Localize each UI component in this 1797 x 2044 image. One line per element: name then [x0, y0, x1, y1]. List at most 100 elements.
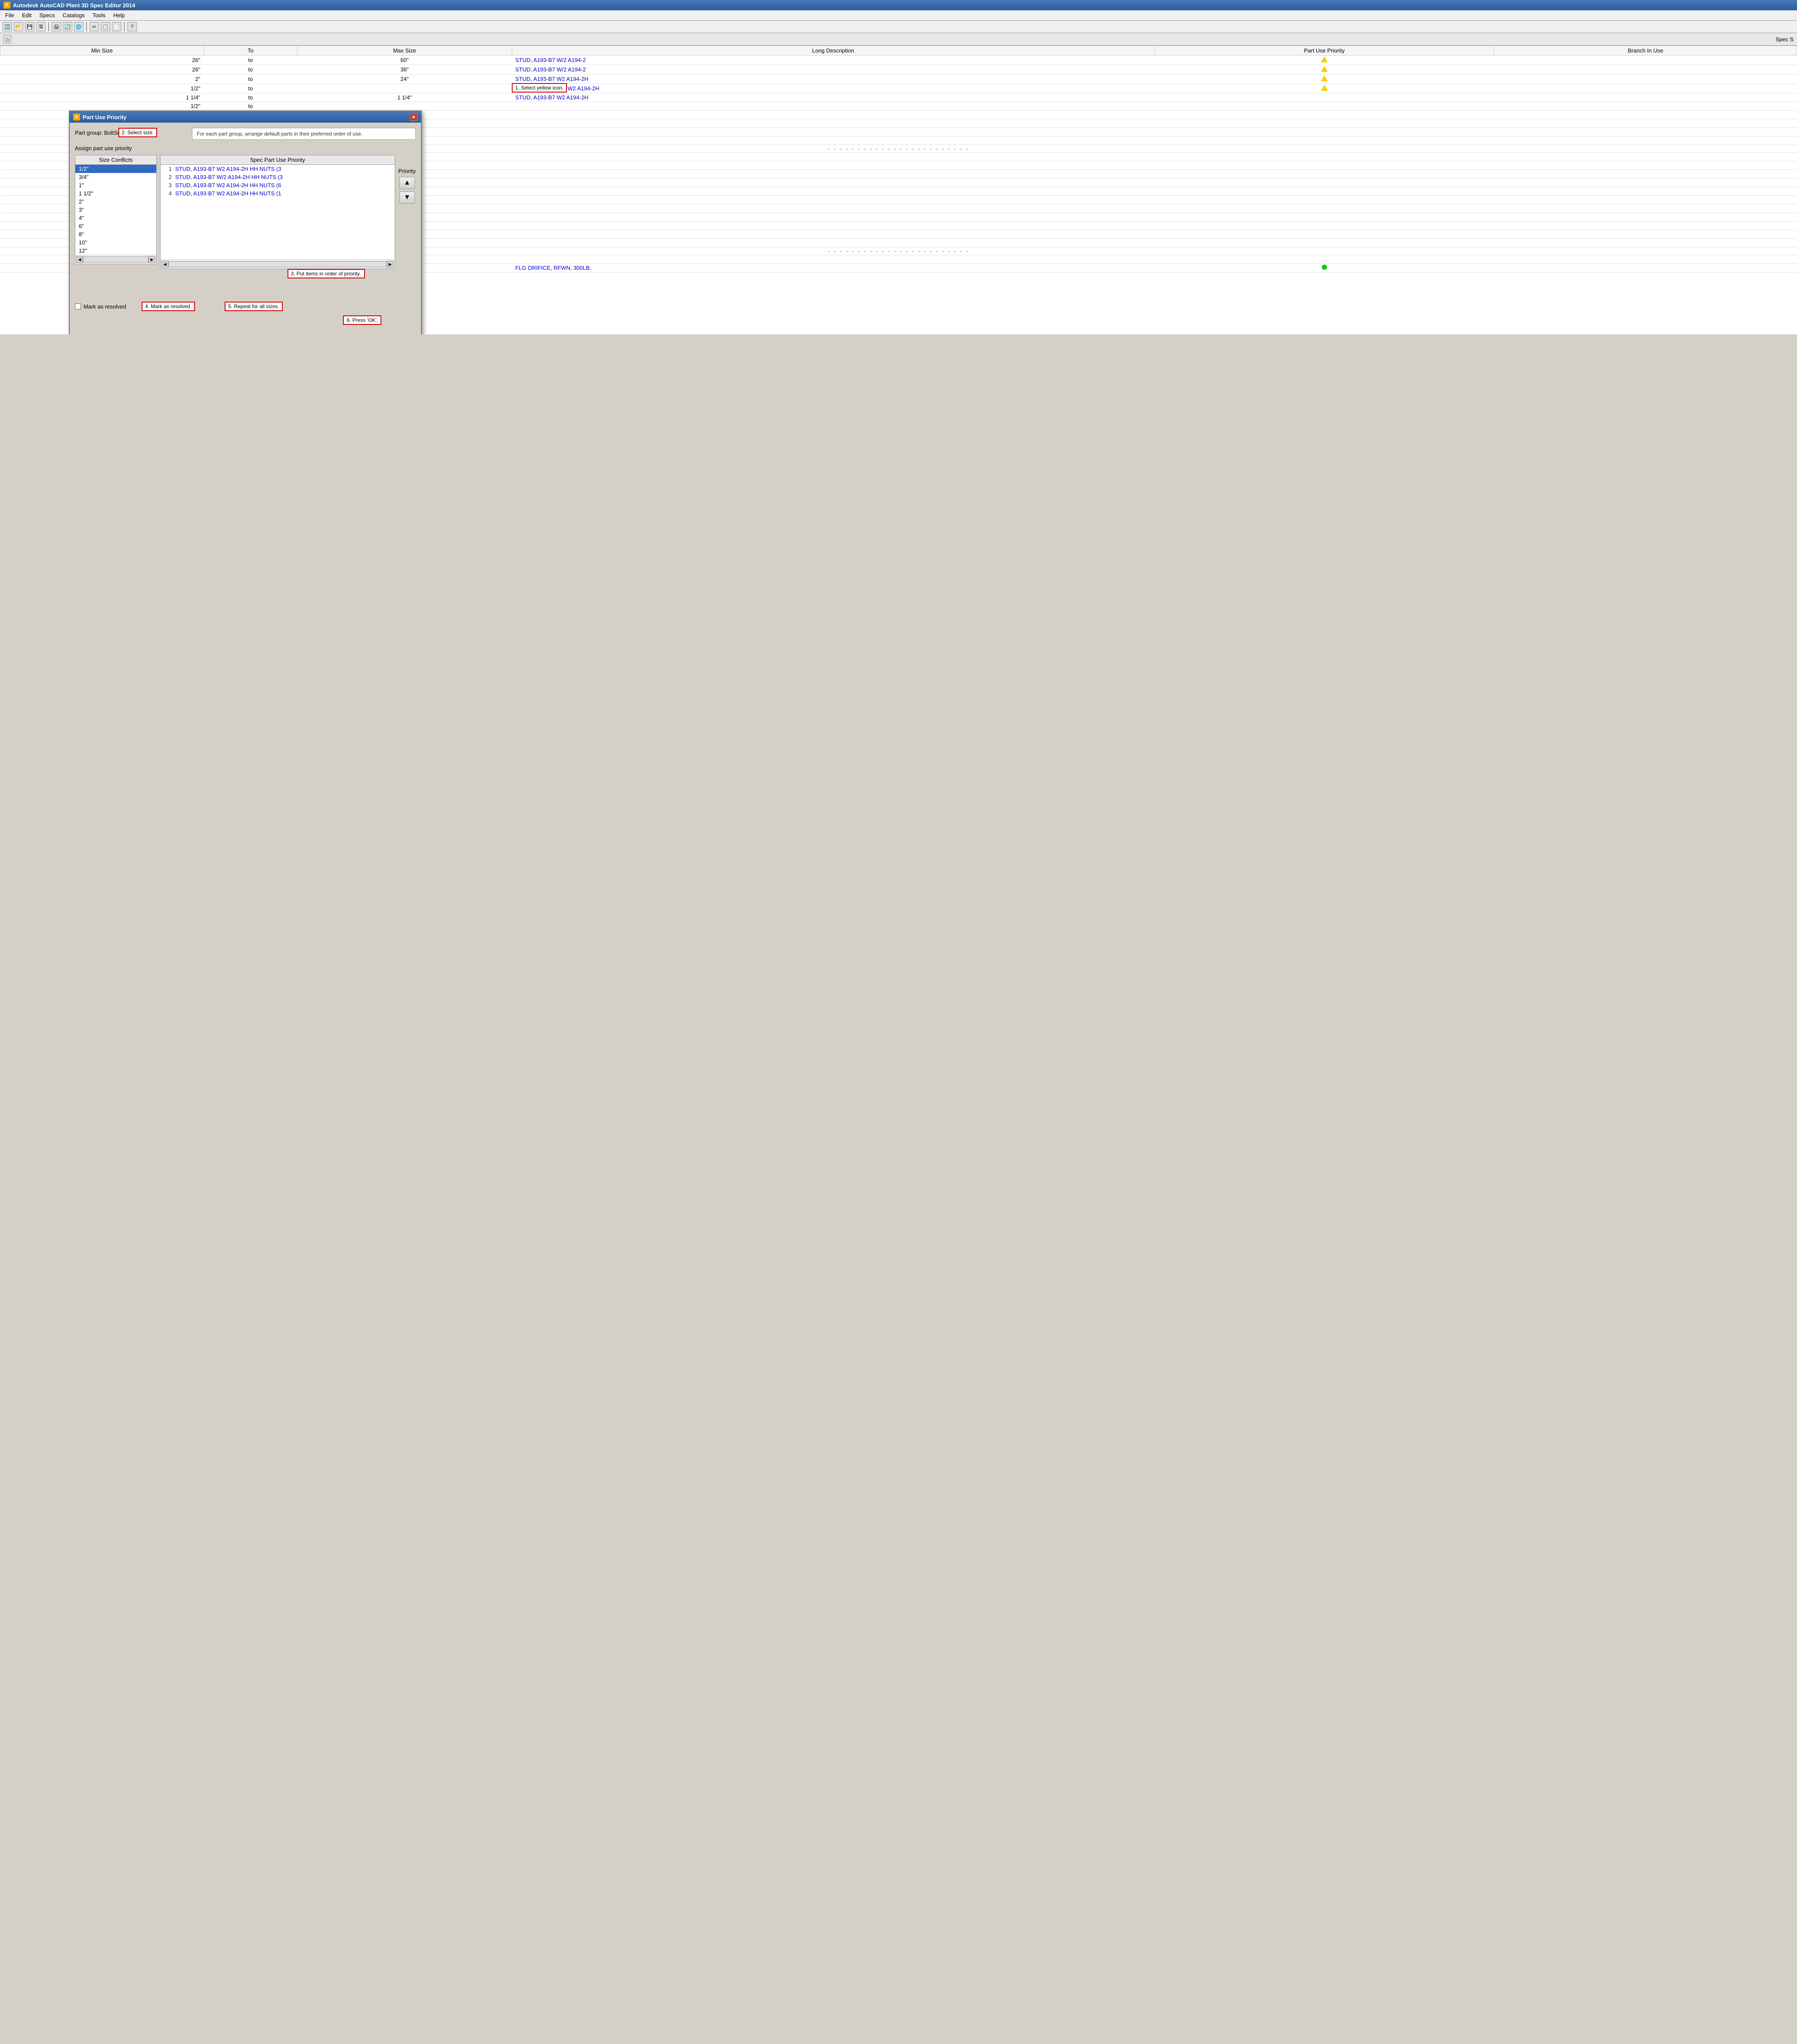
table-row[interactable]: 1/2" to 1. Select yellow icon. 93-B7 W2 …: [0, 84, 1797, 93]
paste-button[interactable]: 📄: [112, 22, 121, 31]
copy-button[interactable]: 📋: [101, 22, 110, 31]
col-max-size: Max Size: [297, 46, 512, 56]
table-row[interactable]: 1 1/4" to 1 1/4" STUD, A193-B7 W2 A194-2…: [0, 93, 1797, 102]
collapse-icon[interactable]: ⌂: [3, 35, 11, 43]
priority-num: 2: [163, 174, 172, 180]
scroll-track[interactable]: [83, 256, 148, 262]
size-conflicts-panel: Size Conflicts 1/2" 3/4" 1" 1 1/2" 2" 3"…: [75, 155, 157, 264]
open-button[interactable]: 📂: [14, 22, 23, 31]
menu-specs[interactable]: Specs: [36, 11, 58, 19]
priority-row-4[interactable]: 4 STUD, A193-B7 W2 A194-2H HH NUTS (1: [161, 189, 395, 198]
toolbar: 🆕 📂 💾 🖫 🖨 🔄 🌐 ✂ 📋 📄 ?: [0, 21, 1797, 33]
max-size-cell: 60": [297, 56, 512, 65]
col-priority: Part Use Priority: [1154, 46, 1494, 56]
separator1: [48, 22, 49, 31]
scroll-left-arrow[interactable]: ◀: [161, 261, 168, 268]
size-list[interactable]: 1/2" 3/4" 1" 1 1/2" 2" 3" 4" 6" 8" 10" 1…: [75, 165, 156, 255]
priority-cell[interactable]: [1154, 56, 1494, 65]
separator3: [124, 22, 125, 31]
spec-priority-content: 1 STUD, A193-B7 W2 A194-2H HH NUTS (3 2 …: [161, 165, 395, 259]
col-to: To: [204, 46, 297, 56]
help-button[interactable]: ?: [127, 22, 137, 31]
menu-catalogs[interactable]: Catalogs: [59, 11, 88, 19]
dialog-info-row: Part group: BoltSet 2. Select size. For …: [75, 128, 416, 140]
size-item-4[interactable]: 4": [75, 214, 156, 222]
web-button[interactable]: 🌐: [74, 22, 84, 31]
mark-resolved-checkbox[interactable]: [75, 303, 81, 309]
assign-priority-label: Assign part use priority: [75, 145, 416, 151]
new-button[interactable]: 🆕: [3, 22, 12, 31]
annotation-box-5: 5. Repeat for all sizes.: [225, 302, 283, 311]
annotation-box-6: 6. Press 'OK'.: [343, 315, 381, 325]
priority-row-2[interactable]: 2 STUD, A193-B7 W/2 A194-2H HH NUTS (3: [161, 173, 395, 181]
dialog-title-bar: A Part Use Priority ✕: [70, 111, 421, 123]
to-cell: to: [204, 56, 297, 65]
scroll-right-arrow[interactable]: ▶: [387, 261, 394, 268]
priority-num: 4: [163, 190, 172, 197]
title-bar: A Autodesk AutoCAD Plant 3D Spec Editor …: [0, 0, 1797, 10]
part-group-label: Part group: BoltSet: [75, 128, 122, 136]
size-item-3-4[interactable]: 3/4": [75, 173, 156, 181]
branch-cell: [1494, 56, 1797, 65]
size-item-1-5[interactable]: 1 1/2": [75, 189, 156, 198]
warning-icon[interactable]: [1321, 56, 1328, 62]
dialog-info-text: For each part group, arrange default par…: [197, 131, 362, 137]
main-area: ⌂ Spec S Min Size To Max Size Long Descr…: [0, 33, 1797, 334]
warning-icon[interactable]: [1321, 75, 1328, 81]
menu-bar: File Edit Specs Catalogs Tools Help: [0, 10, 1797, 21]
size-item-3[interactable]: 3": [75, 206, 156, 214]
priority-down-button[interactable]: ▼: [399, 191, 415, 204]
priority-row-1[interactable]: 1 STUD, A193-B7 W2 A194-2H HH NUTS (3: [161, 165, 395, 173]
refresh-button[interactable]: 🔄: [63, 22, 72, 31]
table-row[interactable]: 1/2"to: [0, 102, 1797, 111]
spec-label: Spec S: [1775, 36, 1794, 43]
menu-help[interactable]: Help: [110, 11, 128, 19]
priority-up-button[interactable]: ▲: [399, 177, 415, 189]
priority-item-text: STUD, A193-B7 W2 A194-2H HH NUTS (1: [175, 190, 281, 197]
table-row[interactable]: 26" to 36" STUD, A193-B7 W/2 A194-2: [0, 65, 1797, 74]
priority-item-text: STUD, A193-B7 W2 A194-2H HH NUTS (6: [175, 182, 281, 188]
save-button[interactable]: 💾: [25, 22, 34, 31]
priority-row-3[interactable]: 3 STUD, A193-B7 W2 A194-2H HH NUTS (6: [161, 181, 395, 189]
spec-priority-panel: Spec Part Use Priority 1 STUD, A193-B7 W…: [160, 155, 395, 269]
annotation-box-4: 4. Mark as resolved.: [142, 302, 195, 311]
size-item-6[interactable]: 6": [75, 222, 156, 230]
scroll-track[interactable]: [168, 261, 387, 267]
annotation-box-2: 2. Select size.: [118, 128, 158, 137]
print-button[interactable]: 🖨: [52, 22, 61, 31]
table-row[interactable]: 26" to 60" STUD, A193-B7 W/2 A194-2: [0, 56, 1797, 65]
priority-panels: Size Conflicts 1/2" 3/4" 1" 1 1/2" 2" 3"…: [75, 155, 416, 295]
col-min-size: Min Size: [0, 46, 204, 56]
size-item-half[interactable]: 1/2": [75, 165, 156, 173]
desc-cell: STUD, A193-B7 W/2 A194-2: [512, 56, 1154, 65]
size-item-8[interactable]: 8": [75, 230, 156, 238]
priority-item-text: STUD, A193-B7 W/2 A194-2H HH NUTS (3: [175, 174, 283, 180]
size-item-1[interactable]: 1": [75, 181, 156, 189]
priority-scrollbar[interactable]: ◀ ▶: [161, 259, 395, 269]
size-scrollbar[interactable]: ◀ ▶: [75, 255, 156, 264]
menu-edit[interactable]: Edit: [19, 11, 35, 19]
part-use-priority-dialog: A Part Use Priority ✕ Part group: BoltSe…: [69, 111, 422, 334]
size-item-2[interactable]: 2": [75, 198, 156, 206]
priority-label: Priority: [399, 168, 416, 174]
scroll-right-arrow[interactable]: ▶: [148, 256, 155, 263]
warning-icon[interactable]: [1321, 85, 1328, 91]
size-item-12[interactable]: 12": [75, 247, 156, 255]
mark-resolved-label[interactable]: Mark as resolved: [84, 303, 126, 310]
down-arrow-icon: ▼: [404, 194, 411, 201]
cut-button[interactable]: ✂: [90, 22, 99, 31]
app-title: Autodesk AutoCAD Plant 3D Spec Editor 20…: [13, 2, 135, 9]
dialog-close-button[interactable]: ✕: [410, 113, 418, 121]
warning-icon[interactable]: [1321, 66, 1328, 72]
annotation-box-3: 3. Put items in order of priority.: [288, 269, 365, 278]
scroll-left-arrow[interactable]: ◀: [76, 256, 83, 263]
table-row[interactable]: 2" to 24" STUD, A193-B7 W2 A194-2H: [0, 74, 1797, 84]
save-as-button[interactable]: 🖫: [36, 22, 46, 31]
menu-file[interactable]: File: [2, 11, 18, 19]
separator2: [86, 22, 87, 31]
dialog-info-box: For each part group, arrange default par…: [192, 128, 416, 140]
size-item-10[interactable]: 10": [75, 238, 156, 247]
dialog-app-icon: A: [73, 114, 80, 120]
menu-tools[interactable]: Tools: [89, 11, 109, 19]
priority-item-text: STUD, A193-B7 W2 A194-2H HH NUTS (3: [175, 166, 281, 172]
